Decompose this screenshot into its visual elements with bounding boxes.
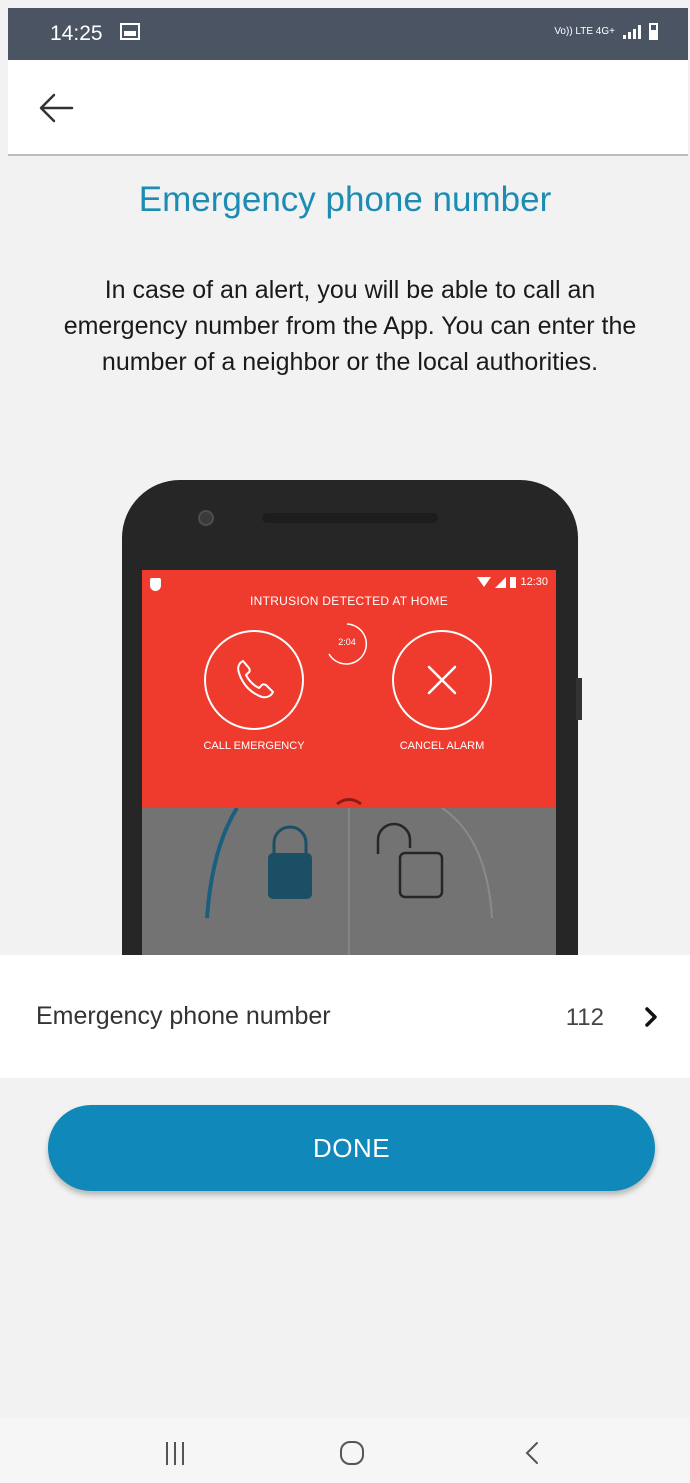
lock-open-icon [376, 822, 444, 899]
lock-closed-icon [268, 825, 312, 899]
setting-label: Emergency phone number [36, 1002, 331, 1030]
description-text: In case of an alert, you will be able to… [63, 276, 637, 376]
wifi-icon [477, 577, 492, 587]
signal-strength-icon [623, 24, 641, 39]
call-emergency-circle [204, 630, 304, 730]
call-emergency-label: CALL EMERGENCY [203, 740, 305, 752]
battery-icon [510, 576, 517, 588]
network-type-label: Vo)) LTE 4G+ [554, 25, 615, 37]
countdown-text: 2:04 [338, 637, 356, 647]
cancel-alarm-circle [392, 630, 492, 730]
phone-icon [237, 660, 274, 699]
recents-icon[interactable] [160, 1438, 190, 1468]
status-indicators: Vo)) LTE 4G+ [554, 23, 658, 40]
done-button[interactable]: DONE [48, 1105, 655, 1191]
chevron-right-icon [645, 1007, 657, 1027]
phone-camera [198, 510, 214, 526]
back-nav-icon[interactable] [518, 1438, 548, 1468]
phone-side-button [576, 678, 582, 720]
phone-illustration: 12:30 INTRUSION DETECTED AT HOME 2:04 CA… [0, 460, 690, 955]
alert-panel: 12:30 INTRUSION DETECTED AT HOME 2:04 CA… [142, 570, 556, 808]
battery-icon [649, 23, 658, 40]
lock-panel [205, 808, 493, 955]
phone-speaker [262, 513, 438, 523]
status-time: 14:25 [50, 22, 103, 45]
home-icon[interactable] [337, 1438, 367, 1468]
phone-screen: 12:30 INTRUSION DETECTED AT HOME 2:04 CA… [142, 570, 556, 955]
mini-time: 12:30 [520, 576, 548, 588]
emergency-number-row[interactable]: Emergency phone number 112 [0, 955, 690, 1078]
alert-title: INTRUSION DETECTED AT HOME [249, 594, 449, 608]
app-bar [8, 60, 688, 156]
shield-icon [150, 578, 161, 591]
cancel-alarm-label: CANCEL ALARM [399, 740, 485, 752]
setting-value: 112 [565, 1004, 604, 1031]
image-notification-icon [120, 23, 140, 40]
system-navigation-bar [0, 1418, 690, 1483]
page-title: Emergency phone number [138, 180, 552, 219]
arrow-left-icon [39, 93, 74, 123]
close-icon [427, 665, 457, 695]
mini-status-bar: 12:30 [477, 576, 548, 588]
status-bar: 14:25 Vo)) LTE 4G+ [8, 8, 688, 60]
signal-icon [495, 576, 507, 588]
back-button[interactable] [36, 90, 76, 126]
chevron-up-icon [336, 798, 362, 806]
